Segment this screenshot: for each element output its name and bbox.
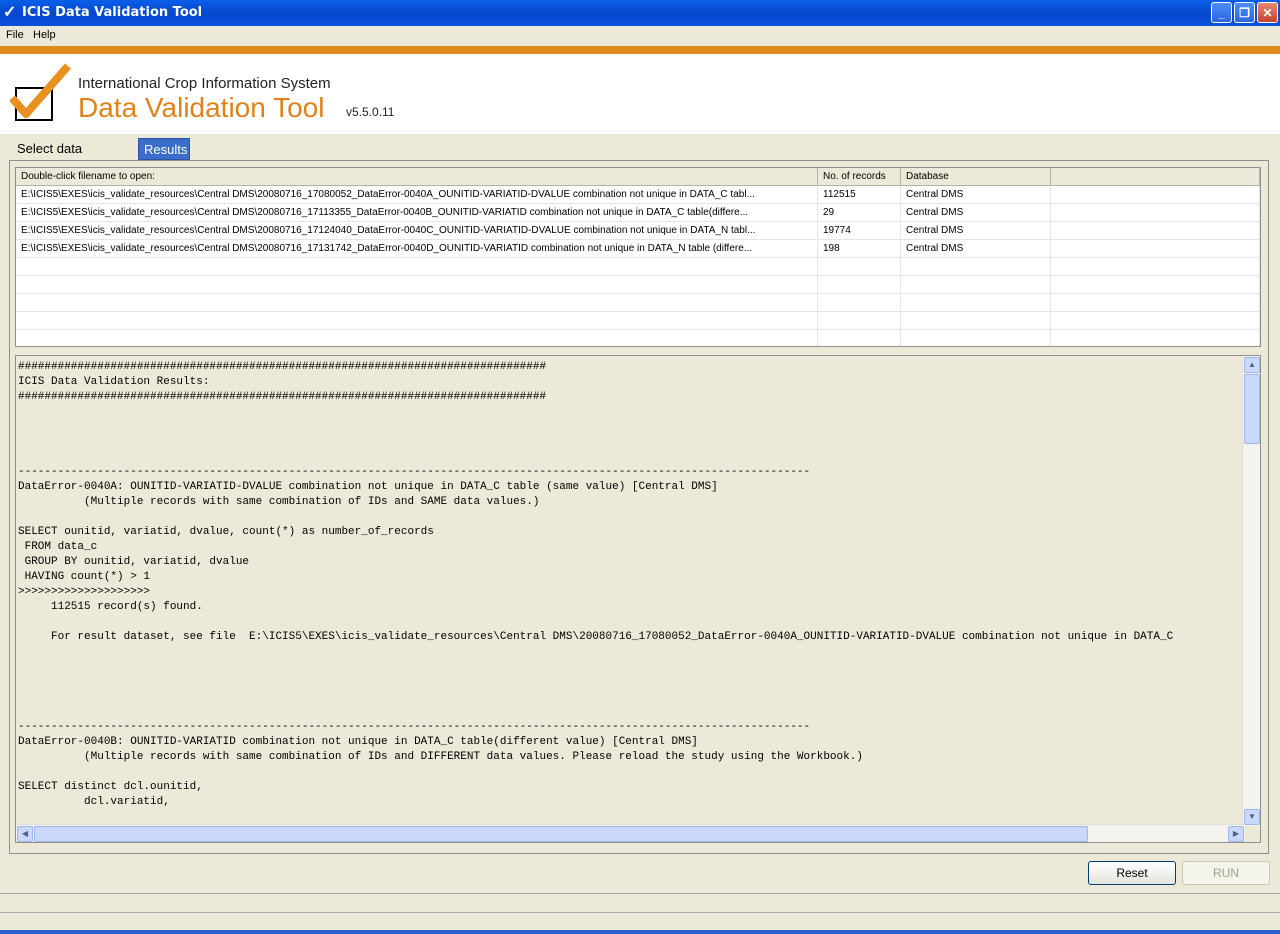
header-title: Data Validation Tool <box>78 92 325 123</box>
app-header: International Crop Information System Da… <box>0 54 1280 134</box>
scroll-left-icon[interactable]: ◀ <box>17 826 33 842</box>
tab-select-data-checks[interactable]: Select data check(s) <box>12 138 136 178</box>
table-row[interactable]: E:\ICIS5\EXES\icis_validate_resources\Ce… <box>16 186 1260 204</box>
logo-checkmark-icon <box>10 63 72 121</box>
cell-empty <box>1051 222 1260 239</box>
run-button[interactable]: RUN <box>1182 861 1270 885</box>
column-header-empty <box>1051 168 1260 185</box>
table-header: Double-click filename to open: No. of re… <box>16 168 1260 186</box>
cell-records: 29 <box>818 204 901 221</box>
empty-row <box>16 330 1260 346</box>
cell-records: 19774 <box>818 222 901 239</box>
restore-button[interactable]: ❐ <box>1234 2 1255 23</box>
cell-database: Central DMS <box>901 240 1051 257</box>
results-file-table: Double-click filename to open: No. of re… <box>15 167 1261 347</box>
empty-row <box>16 258 1260 276</box>
column-header-database[interactable]: Database <box>901 168 1051 185</box>
cell-filename: E:\ICIS5\EXES\icis_validate_resources\Ce… <box>16 186 818 203</box>
taskbar <box>0 930 1280 934</box>
empty-row <box>16 276 1260 294</box>
scroll-down-icon[interactable]: ▼ <box>1244 809 1260 825</box>
header-subtitle: International Crop Information System <box>78 75 331 92</box>
cell-database: Central DMS <box>901 186 1051 203</box>
cell-filename: E:\ICIS5\EXES\icis_validate_resources\Ce… <box>16 204 818 221</box>
horizontal-scrollbar[interactable]: ◀ ▶ <box>16 824 1245 842</box>
table-row[interactable]: E:\ICIS5\EXES\icis_validate_resources\Ce… <box>16 240 1260 258</box>
menu-help[interactable]: Help <box>33 29 56 41</box>
scroll-up-icon[interactable]: ▲ <box>1244 357 1260 373</box>
cell-records: 112515 <box>818 186 901 203</box>
cell-records: 198 <box>818 240 901 257</box>
cell-filename: E:\ICIS5\EXES\icis_validate_resources\Ce… <box>16 222 818 239</box>
scroll-right-icon[interactable]: ▶ <box>1228 826 1244 842</box>
table-row[interactable]: E:\ICIS5\EXES\icis_validate_resources\Ce… <box>16 204 1260 222</box>
cell-filename: E:\ICIS5\EXES\icis_validate_resources\Ce… <box>16 240 818 257</box>
checkmark-icon: ✓ <box>3 4 17 21</box>
column-header-filename[interactable]: Double-click filename to open: <box>16 168 818 185</box>
accent-bar <box>0 46 1280 54</box>
table-row[interactable]: E:\ICIS5\EXES\icis_validate_resources\Ce… <box>16 222 1260 240</box>
results-output-text: ########################################… <box>18 361 1174 808</box>
cell-empty <box>1051 240 1260 257</box>
results-output-textarea[interactable]: ########################################… <box>15 355 1261 843</box>
column-header-records[interactable]: No. of records <box>818 168 901 185</box>
reset-button[interactable]: Reset <box>1088 861 1176 885</box>
version-label: v5.5.0.11 <box>346 105 395 119</box>
empty-row <box>16 312 1260 330</box>
minimize-button[interactable]: _ <box>1211 2 1232 23</box>
window-title: ICIS Data Validation Tool <box>22 5 203 20</box>
horizontal-scroll-thumb[interactable] <box>34 826 1088 842</box>
status-bar <box>0 893 1280 913</box>
empty-row <box>16 294 1260 312</box>
vertical-scrollbar[interactable]: ▲ ▼ <box>1242 356 1260 826</box>
menu-file[interactable]: File <box>6 29 24 41</box>
title-bar: ✓ ICIS Data Validation Tool _ ❐ ✕ <box>0 0 1280 26</box>
cell-database: Central DMS <box>901 204 1051 221</box>
cell-empty <box>1051 186 1260 203</box>
status-bar-secondary <box>0 912 1280 931</box>
menu-bar: File Help <box>0 26 1280 45</box>
close-button[interactable]: ✕ <box>1257 2 1278 23</box>
vertical-scroll-thumb[interactable] <box>1244 374 1260 444</box>
tab-results[interactable]: Results <box>138 138 190 160</box>
cell-database: Central DMS <box>901 222 1051 239</box>
cell-empty <box>1051 204 1260 221</box>
